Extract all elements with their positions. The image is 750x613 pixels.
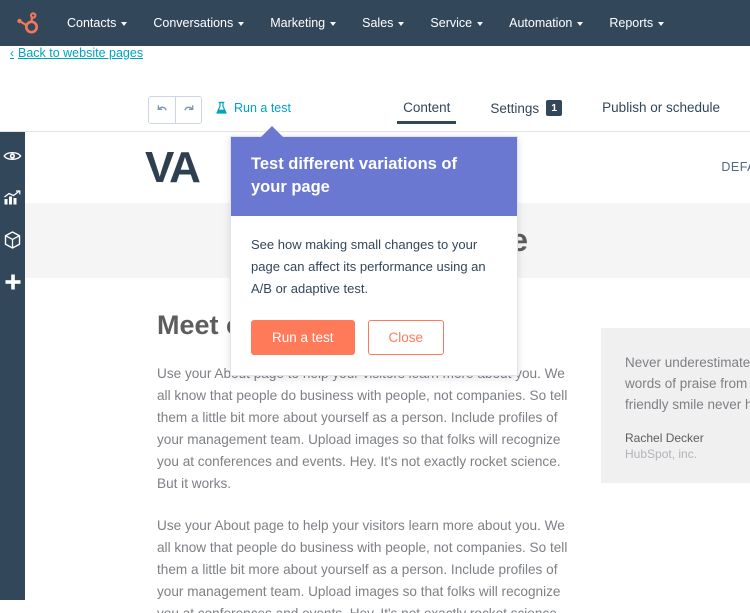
top-nav-items: Contacts Conversations Marketing Sales S… xyxy=(54,0,677,46)
redo-button[interactable] xyxy=(175,97,201,123)
nav-item-label: Reports xyxy=(609,16,654,30)
tab-publish-or-schedule[interactable]: Publish or schedule xyxy=(582,96,740,124)
nav-item-label: Marketing xyxy=(270,16,326,30)
nav-item-reports[interactable]: Reports xyxy=(596,0,677,46)
nav-item-marketing[interactable]: Marketing xyxy=(257,0,349,46)
left-icon-rail xyxy=(0,132,25,600)
undo-redo-group xyxy=(148,96,202,124)
nav-item-label: Conversations xyxy=(153,16,234,30)
bar-chart-icon[interactable] xyxy=(3,188,23,208)
popover-actions: Run a test Close xyxy=(251,320,497,355)
tab-settings[interactable]: Settings 1 xyxy=(470,96,582,125)
nav-item-label: Service xyxy=(430,16,473,30)
eye-icon[interactable] xyxy=(3,146,23,166)
flask-icon xyxy=(216,101,227,114)
back-to-website-pages-link[interactable]: ‹ Back to website pages xyxy=(10,46,143,60)
nav-item-contacts[interactable]: Contacts xyxy=(54,0,140,46)
chevron-down-icon xyxy=(658,22,665,26)
popover-arrow-icon xyxy=(261,126,283,137)
popover-title: Test different variations of your page xyxy=(231,137,517,216)
preview-paragraph: Use your About page to help your visitor… xyxy=(157,518,568,613)
tab-content[interactable]: Content xyxy=(383,96,470,124)
testimonial-quote-line: friendly smile never hu xyxy=(625,397,750,412)
tab-label: Publish or schedule xyxy=(602,100,720,115)
run-a-test-popover: Test different variations of your page S… xyxy=(230,126,518,376)
nav-item-automation[interactable]: Automation xyxy=(496,0,596,46)
popover-description: See how making small changes to your pag… xyxy=(251,237,486,296)
testimonial-quote-line: Never underestimate xyxy=(625,355,750,370)
tab-label: Settings xyxy=(490,100,540,116)
preview-site-logo: VA xyxy=(145,142,201,192)
nav-item-sales[interactable]: Sales xyxy=(349,0,417,46)
popover-body: See how making small changes to your pag… xyxy=(231,216,517,375)
run-a-test-button[interactable]: Run a test xyxy=(251,320,355,355)
top-navigation-bar: Contacts Conversations Marketing Sales S… xyxy=(0,0,750,46)
preview-header-right-text: DEFA xyxy=(721,160,750,174)
chevron-down-icon xyxy=(121,22,128,26)
nav-item-label: Sales xyxy=(362,16,394,30)
hubspot-page-editor: Contacts Conversations Marketing Sales S… xyxy=(0,0,750,613)
testimonial-organization: HubSpot, inc. xyxy=(625,447,698,461)
box-icon[interactable] xyxy=(3,230,23,250)
undo-button[interactable] xyxy=(149,97,175,123)
editor-tabs: Content Settings 1 Publish or schedule xyxy=(383,96,740,125)
settings-badge: 1 xyxy=(546,100,563,116)
nav-item-service[interactable]: Service xyxy=(417,0,496,46)
plus-icon[interactable] xyxy=(3,272,23,292)
chevron-down-icon xyxy=(238,22,245,26)
hubspot-sprocket-icon[interactable] xyxy=(0,10,54,36)
back-link-label: Back to website pages xyxy=(18,46,144,60)
chevron-down-icon xyxy=(477,22,484,26)
testimonial-quote-line: words of praise from a xyxy=(625,376,750,391)
tab-label: Content xyxy=(403,100,451,115)
close-button[interactable]: Close xyxy=(367,320,445,355)
nav-item-label: Contacts xyxy=(67,16,117,30)
redo-arrow-icon xyxy=(183,105,193,111)
run-a-test-toolbar-button[interactable]: Run a test xyxy=(215,101,291,115)
chevron-down-icon xyxy=(398,22,405,26)
undo-arrow-icon xyxy=(157,105,167,111)
testimonial-author: Rachel Decker xyxy=(625,431,704,445)
chevron-left-icon: ‹ xyxy=(10,46,14,60)
chevron-down-icon xyxy=(330,22,337,26)
chevron-down-icon xyxy=(577,22,584,26)
run-a-test-label: Run a test xyxy=(234,101,291,115)
preview-testimonial-card: Never underestimate words of praise from… xyxy=(601,328,750,483)
nav-item-conversations[interactable]: Conversations xyxy=(140,0,257,46)
nav-item-label: Automation xyxy=(509,16,573,30)
preview-paragraph: Use your About page to help your visitor… xyxy=(157,366,568,491)
